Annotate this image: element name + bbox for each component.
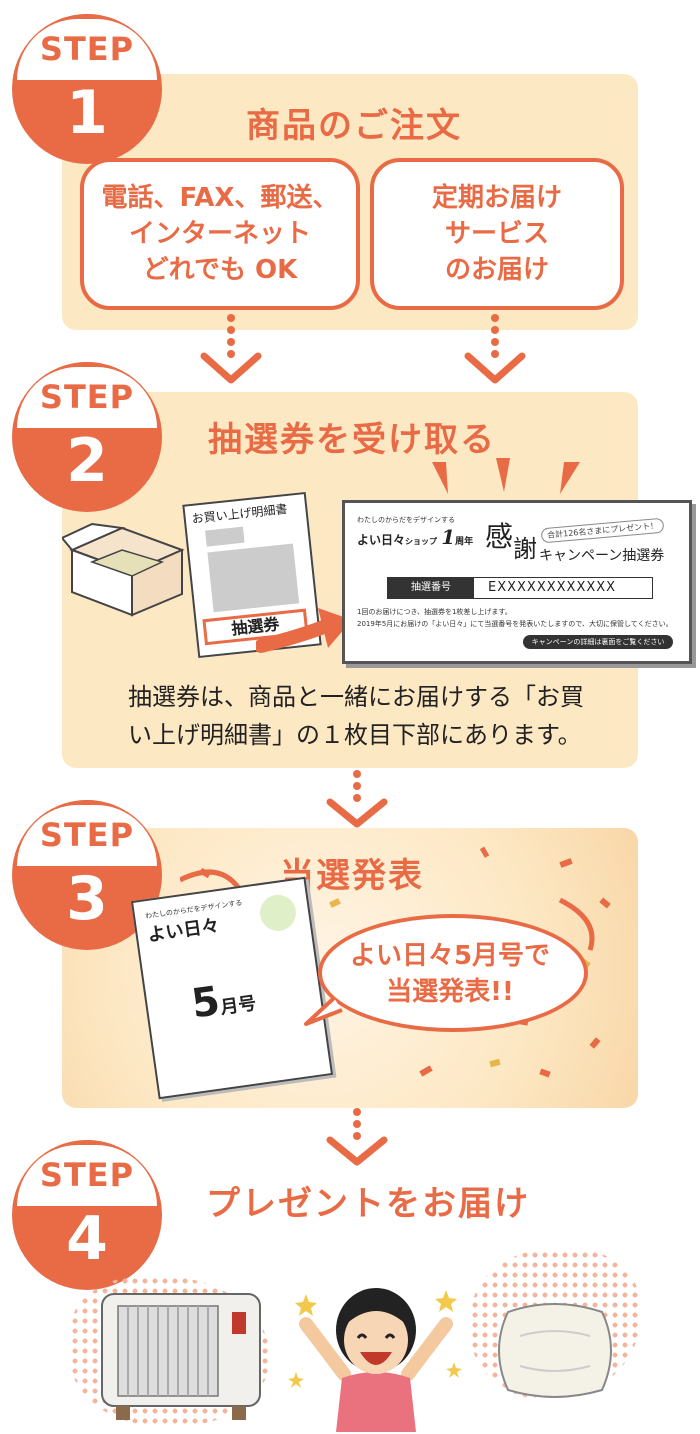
invoice-placeholder [205, 526, 245, 547]
panel-heater-illustration [101, 1293, 261, 1420]
down-arrow-icon [464, 314, 526, 384]
step2-number: 2 [66, 426, 108, 496]
ticket-line-1: 1回のお届けにつき、抽選券を1枚差し上げます。 [357, 608, 512, 616]
ticket-tagline: わたしのからだをデザインする [357, 516, 455, 524]
subscription-line: サービス [444, 219, 549, 249]
ticket-line-2: 2019年5月にお届けの「よい日々」にて当選番号を発表いたしますので、大切に保管… [357, 620, 673, 628]
speech-bubble-tail [304, 996, 343, 1026]
lottery-ticket: わたしのからだをデザインする よい日々ショップ 1周年 感 謝 合計126名さま… [342, 500, 692, 664]
announcement-line: よい日々5月号で [349, 941, 551, 971]
magazine-leaf-decoration [257, 892, 299, 934]
ticket-gift-note: 合計126名さまにプレゼント！ [540, 517, 665, 544]
ticket-campaign: キャンペーン抽選券 [539, 548, 665, 564]
down-arrow-icon [200, 314, 262, 384]
order-method-line: 電話、FAX、郵送、 [101, 183, 339, 213]
ticket-note-line: 抽選券は、商品と一緒にお届けする「お買 [128, 683, 584, 711]
ticket-number-value: EXXXXXXXXXXXX [488, 580, 617, 595]
subscription-card: 定期お届け サービス のお届け [370, 158, 624, 310]
step4-number: 4 [66, 1204, 108, 1274]
step1-title: 商品のご注文 [246, 106, 462, 146]
step4-title: プレゼントをお届け [206, 1184, 530, 1224]
ticket-kanji-gratitude: 謝 [513, 535, 537, 563]
ticket-kanji-thanks: 感 [485, 520, 514, 553]
ticket-number-label: 抽選番号 [388, 578, 474, 598]
step1-number: 1 [66, 78, 108, 148]
ticket-note-line: い上げ明細書」の１枚目下部にあります。 [128, 721, 582, 749]
step2-badge: STEP 2 [12, 362, 162, 512]
invoice-title: お買い上げ明細書 [191, 501, 289, 526]
step4-label: STEP [39, 1156, 135, 1194]
step1-badge: STEP 1 [12, 14, 162, 164]
step1-label: STEP [39, 30, 135, 68]
order-method-card: 電話、FAX、郵送、 インターネット どれでも OK [80, 158, 360, 310]
order-method-line: インターネット [128, 219, 311, 249]
step2-label: STEP [39, 378, 135, 416]
ticket-note: 抽選券は、商品と一緒にお届けする「お買 い上げ明細書」の１枚目下部にあります。 [128, 678, 584, 754]
pillow-illustration [498, 1303, 612, 1398]
announcement-line: 当選発表!! [386, 977, 514, 1007]
step3-label: STEP [39, 816, 135, 854]
ticket-details-button: キャンペーンの詳細は裏面をご覧ください [523, 635, 673, 649]
ticket-brand: よい日々ショップ 1周年 [357, 525, 474, 549]
magazine-issue: 5月号 [188, 978, 258, 1028]
announcement-text: よい日々5月号で 当選発表!! [340, 938, 560, 1010]
subscription-line: 定期お届け [431, 183, 562, 213]
sparkle-icon [432, 458, 580, 494]
subscription-line: のお届け [444, 255, 549, 285]
down-arrow-icon [326, 1108, 388, 1166]
down-arrow-icon [326, 770, 388, 828]
happy-person-illustration [288, 1288, 462, 1432]
step2-title: 抽選券を受け取る [208, 420, 496, 460]
ticket-number-row: 抽選番号 EXXXXXXXXXXXX [387, 577, 653, 599]
right-arrow-icon [256, 608, 352, 653]
step4-badge: STEP 4 [12, 1140, 162, 1290]
magazine-cover: わたしのからだをデザインする よい日々 5月号 [130, 876, 334, 1100]
order-method-line: どれでも OK [142, 255, 298, 285]
